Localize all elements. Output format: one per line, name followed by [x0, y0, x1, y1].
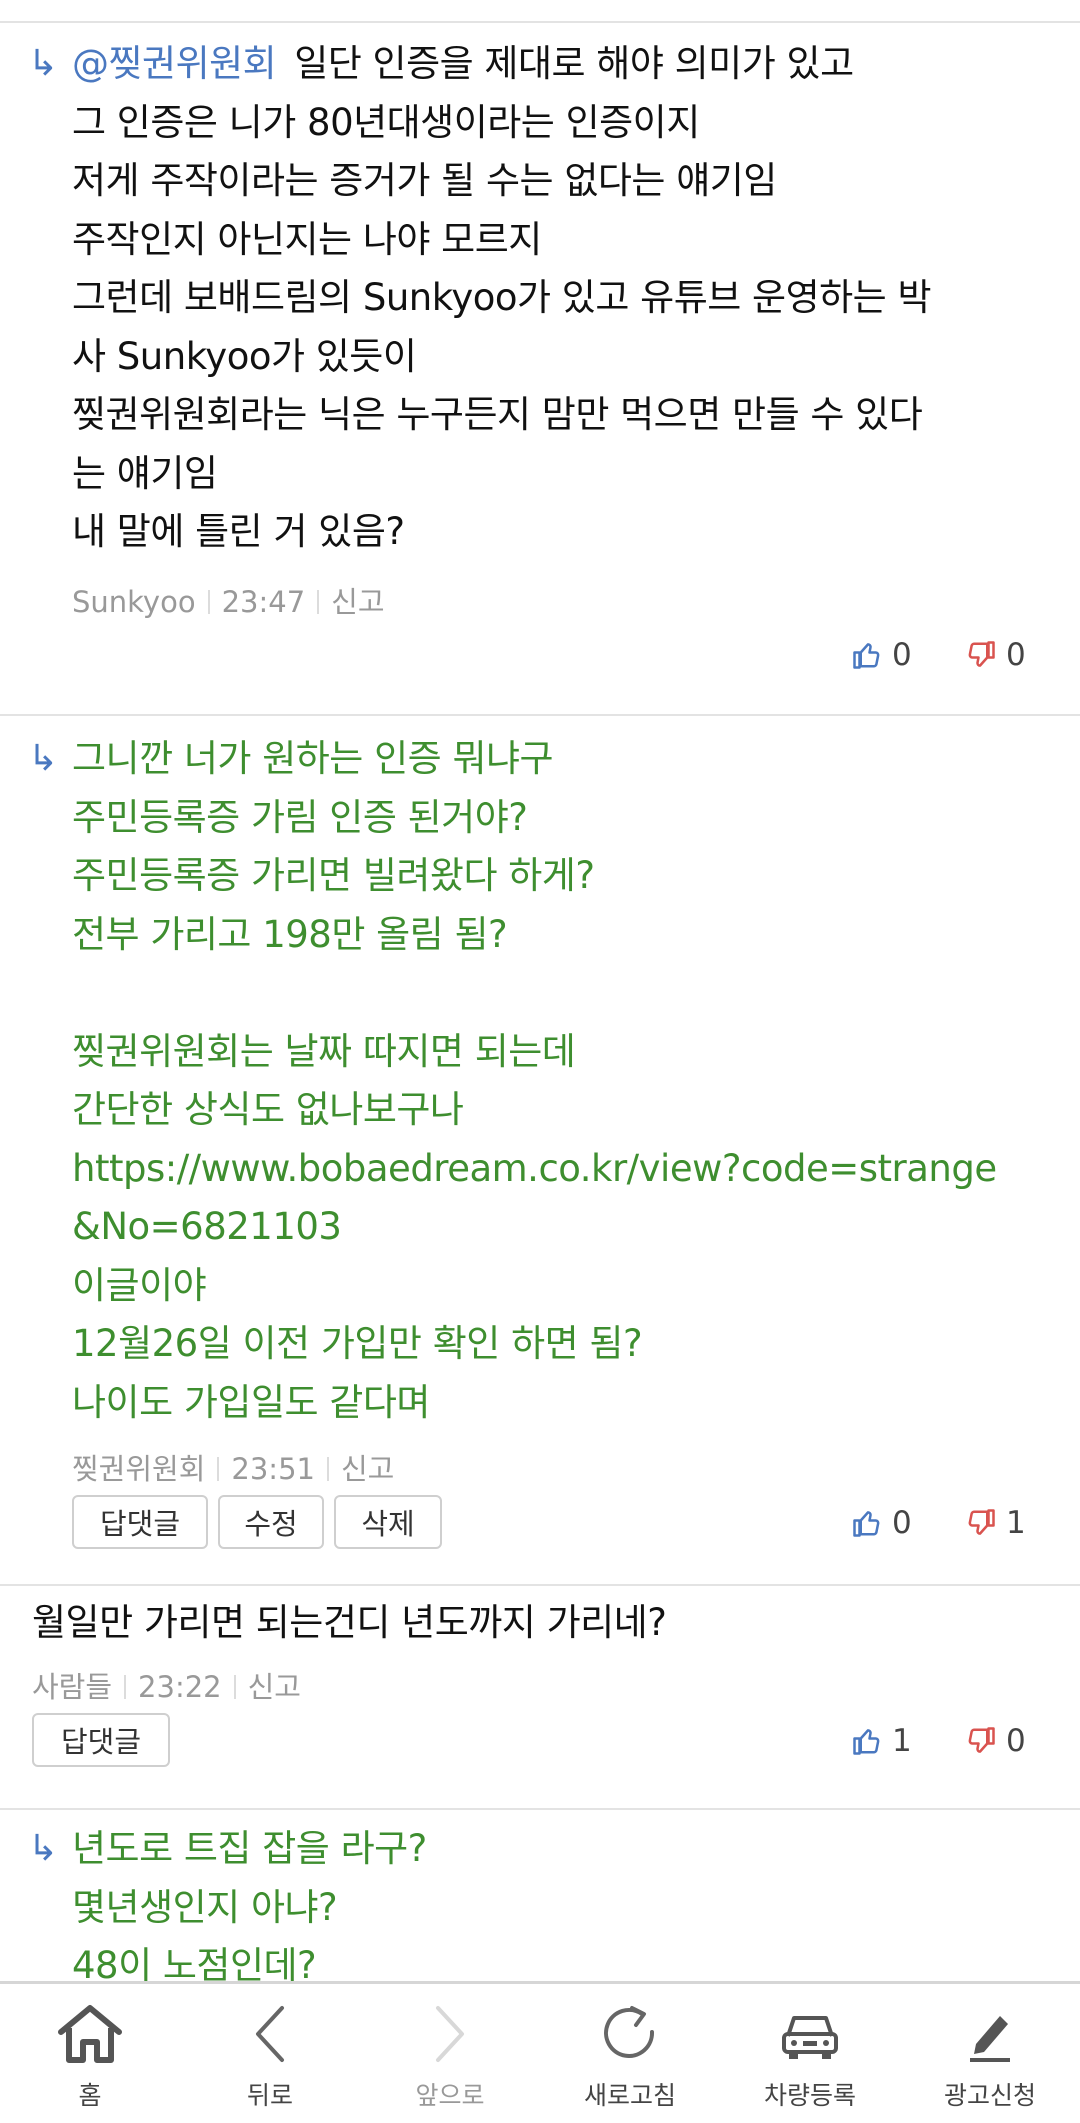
meta-divider: [233, 1675, 236, 1699]
nav-label: 새로고침: [583, 2081, 676, 2110]
comment-meta: 찢권위원회 23:51 신고: [72, 1446, 394, 1488]
thumbs-up-icon: [853, 643, 880, 669]
report-link[interactable]: 신고: [331, 585, 384, 619]
dislike-count: 0: [1006, 1723, 1026, 1759]
comment-line: 년도로 트집 잡을 라구?: [72, 1827, 427, 1870]
comment-line: 내 말에 틀린 거 있음?: [72, 510, 405, 553]
nav-car-register[interactable]: 차량등록: [720, 1984, 900, 2123]
thumbs-down-icon: [968, 641, 995, 667]
reply-button[interactable]: 답댓글: [72, 1495, 208, 1549]
pen-icon: [970, 2016, 1010, 2062]
home-icon: [58, 2005, 122, 2063]
comment-line: 12월26일 이전 가입만 확인 하면 됨?: [72, 1322, 643, 1365]
meta-divider: [317, 590, 320, 614]
thumbs-down-icon: [968, 1509, 995, 1535]
refresh-icon: [604, 2006, 655, 2058]
comment-time: 23:51: [231, 1452, 315, 1486]
bottom-nav-bar: 홈 뒤로 앞으로 새로고침 차량등록 광고신청: [0, 1981, 1080, 2123]
comment-body: @찢권위원회 일단 인증을 제대로 해야 의미가 있고 그 인증은 니가 80년대…: [72, 35, 1050, 562]
dislike-button[interactable]: 0: [966, 637, 1026, 673]
edit-button[interactable]: 수정: [218, 1495, 324, 1549]
comment-meta: 사람들 23:22 신고: [32, 1664, 301, 1706]
comment-body: 월일만 가리면 되는건디 년도까지 가리네?: [32, 1594, 1050, 1653]
comment-line: [72, 964, 1050, 1023]
nav-back[interactable]: 뒤로: [180, 1984, 360, 2123]
nav-label: 홈: [78, 2081, 102, 2110]
nav-label: 차량등록: [763, 2081, 856, 2110]
meta-divider: [326, 1457, 329, 1481]
reply-button[interactable]: 답댓글: [32, 1713, 170, 1767]
comment-item: ↳ 년도로 트집 잡을 라구? 몇년생인지 아냐? 48이 노점인데?: [0, 1810, 1080, 1981]
top-divider: [0, 0, 1080, 23]
comment-line: 그런데 보배드림의 Sunkyoo가 있고 유튜브 운영하는 박: [72, 276, 932, 319]
dislike-count: 1: [1006, 1505, 1026, 1541]
reply-arrow-icon: ↳: [28, 43, 59, 84]
thumbs-up-icon: [853, 1729, 880, 1755]
comment-line: 일단 인증을 제대로 해야 의미가 있고: [294, 42, 854, 85]
reply-arrow-icon: ↳: [28, 1828, 59, 1869]
comment-item: ↳ @찢권위원회 일단 인증을 제대로 해야 의미가 있고 그 인증은 니가 80…: [0, 21, 1080, 716]
comment-line: 이글이야: [72, 1263, 207, 1307]
nav-home[interactable]: 홈: [0, 1984, 180, 2123]
comment-author[interactable]: 찢권위원회: [72, 1452, 205, 1486]
comment-line: 나이도 가입일도 같다며: [72, 1380, 430, 1424]
mention-link[interactable]: @찢권위원회: [72, 42, 277, 85]
comment-line: 주작인지 아닌지는 나야 모르지: [72, 217, 542, 261]
comment-line: 그 인증은 니가 80년대생이라는 인증이지: [72, 100, 700, 144]
comment-item: ↳ 그니깐 너가 원하는 인증 뭐냐구 주민등록증 가림 인증 된거야? 주민등…: [0, 716, 1080, 1586]
comment-link[interactable]: &No=6821103: [72, 1198, 1050, 1257]
like-count: 0: [892, 1505, 912, 1541]
comment-line: 는 얘기임: [72, 451, 218, 495]
back-icon: [256, 2006, 284, 2062]
comment-body: 그니깐 너가 원하는 인증 뭐냐구 주민등록증 가림 인증 된거야? 주민등록증…: [72, 730, 1050, 1432]
comment-line: 전부 가리고 198만 올림 됨?: [72, 912, 508, 956]
comment-line: 몇년생인지 아냐?: [72, 1885, 338, 1929]
comment-line: 주민등록증 가림 인증 된거야?: [72, 795, 528, 839]
like-count: 0: [892, 637, 912, 673]
meta-divider: [207, 590, 210, 614]
thumbs-down-icon: [968, 1727, 995, 1753]
comment-line: 사 Sunkyoo가 있듯이: [72, 334, 417, 378]
nav-label: 앞으로: [415, 2081, 485, 2110]
reply-arrow-icon: ↳: [28, 738, 59, 779]
delete-button[interactable]: 삭제: [334, 1495, 442, 1549]
comment-time: 23:22: [138, 1670, 222, 1704]
meta-divider: [217, 1457, 220, 1481]
nav-label: 광고신청: [943, 2081, 1036, 2110]
like-button[interactable]: 1: [852, 1723, 912, 1759]
nav-ad-request[interactable]: 광고신청: [900, 1984, 1080, 2123]
comment-list: ↳ @찢권위원회 일단 인증을 제대로 해야 의미가 있고 그 인증은 니가 80…: [0, 21, 1080, 1981]
comment-time: 23:47: [221, 585, 306, 619]
like-count: 1: [892, 1723, 912, 1759]
dislike-button[interactable]: 1: [966, 1505, 1026, 1541]
report-link[interactable]: 신고: [341, 1452, 394, 1486]
dislike-count: 0: [1006, 637, 1026, 673]
nav-label: 뒤로: [246, 2081, 293, 2110]
comment-line: 주민등록증 가리면 빌려왔다 하게?: [72, 854, 595, 897]
comment-author[interactable]: 사람들: [32, 1670, 112, 1704]
comment-link[interactable]: https://www.bobaedream.co.kr/view?code=s…: [72, 1140, 1050, 1199]
meta-divider: [124, 1675, 127, 1699]
nav-refresh[interactable]: 새로고침: [540, 1984, 720, 2123]
comment-body: 년도로 트집 잡을 라구? 몇년생인지 아냐? 48이 노점인데?: [72, 1820, 1050, 1981]
like-button[interactable]: 0: [852, 637, 912, 673]
comment-line: 그니깐 너가 원하는 인증 뭐냐구: [72, 737, 554, 780]
comment-line: 간단한 상식도 없나보구나: [72, 1088, 464, 1131]
comment-line: 저게 주작이라는 증거가 될 수는 없다는 얘기임: [72, 159, 777, 202]
thumbs-up-icon: [853, 1511, 880, 1537]
dislike-button[interactable]: 0: [966, 1723, 1026, 1759]
car-icon: [782, 2016, 838, 2059]
comment-line: 찢권위원회는 날짜 따지면 되는데: [72, 1029, 576, 1073]
comment-line: 48이 노점인데?: [72, 1944, 317, 1981]
like-button[interactable]: 0: [852, 1505, 912, 1541]
comment-meta: Sunkyoo 23:47 신고: [72, 579, 385, 621]
forward-icon: [436, 2006, 464, 2062]
comment-line: 월일만 가리면 되는건디 년도까지 가리네?: [32, 1601, 667, 1644]
comment-item: 월일만 가리면 되는건디 년도까지 가리네? 사람들 23:22 신고 답댓글 1 …: [0, 1586, 1080, 1810]
nav-forward[interactable]: 앞으로: [360, 1984, 540, 2123]
comment-author[interactable]: Sunkyoo: [72, 585, 196, 619]
comment-line: 찢권위원회라는 닉은 누구든지 맘만 먹으면 만들 수 있다: [72, 393, 923, 436]
report-link[interactable]: 신고: [248, 1670, 301, 1704]
